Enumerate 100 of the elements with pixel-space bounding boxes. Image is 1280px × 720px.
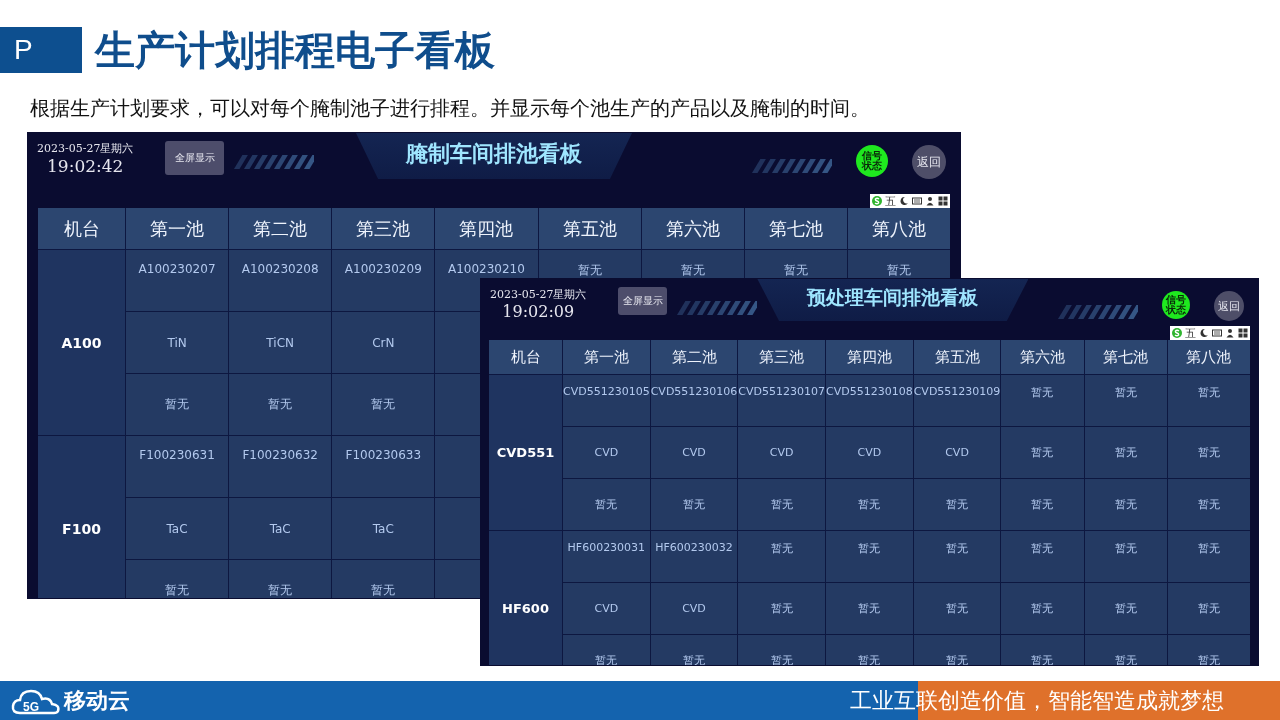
table-cell: CVD	[826, 427, 913, 478]
table-cell: 暂无	[1001, 427, 1084, 478]
machine-cell: HF600	[489, 531, 562, 665]
fullscreen-button[interactable]: 全屏显示	[618, 287, 668, 315]
column-header: 第二池	[229, 208, 332, 249]
table-cell: 暂无	[1167, 375, 1250, 426]
column-header: 机台	[489, 340, 562, 374]
table-cell: A100230207	[126, 250, 229, 311]
table-cell: 暂无	[126, 560, 229, 598]
table-cell: TaC	[229, 498, 332, 559]
ime-mode[interactable]: 五	[885, 195, 896, 207]
table-cell: 暂无	[1084, 427, 1167, 478]
table-cell: A100230208	[229, 250, 332, 311]
table-cell: CVD551230105	[563, 375, 650, 426]
table-cell: CVD551230107	[738, 375, 825, 426]
table-cell: CrN	[332, 312, 435, 373]
table-cell: HF600230032	[650, 531, 738, 582]
table-cell: 暂无	[1001, 635, 1084, 665]
table-cell: 暂无	[126, 374, 229, 435]
table-cell: CVD	[563, 427, 650, 478]
table-cell: 暂无	[1167, 635, 1250, 665]
slide-title: 生产计划排程电子看板	[95, 27, 495, 73]
table-cell: 暂无	[826, 635, 913, 665]
table-cell: 暂无	[1001, 375, 1084, 426]
table-cell: CVD	[650, 583, 738, 634]
table-cell: 暂无	[332, 560, 435, 598]
table-cell: 暂无	[913, 635, 1001, 665]
table-cell: 暂无	[563, 479, 650, 530]
grid-icon[interactable]	[938, 196, 948, 206]
table-cell: 暂无	[826, 479, 913, 530]
board-title: 预处理车间排池看板	[757, 279, 1029, 321]
machine-cell: A100	[38, 250, 125, 435]
table-cell: 暂无	[913, 583, 1001, 634]
person-icon[interactable]	[1225, 328, 1235, 338]
table-cell: 暂无	[1167, 479, 1250, 530]
brand-name: 移动云	[64, 686, 130, 715]
table-cell: 暂无	[1167, 583, 1250, 634]
ime-mode[interactable]: 五	[1185, 327, 1196, 339]
signal-status-indicator: 信号状态	[1162, 291, 1190, 319]
table-cell: CVD551230109	[913, 375, 1001, 426]
table-cell: F100230632	[229, 436, 332, 497]
fullscreen-button[interactable]: 全屏显示	[165, 141, 225, 175]
table-cell: 暂无	[650, 479, 738, 530]
table-cell: 暂无	[913, 531, 1001, 582]
keyboard-icon[interactable]	[1212, 328, 1222, 338]
table-cell: 暂无	[1001, 531, 1084, 582]
signal-status-indicator: 信号状态	[856, 145, 888, 177]
keyboard-icon[interactable]	[912, 196, 922, 206]
table-cell: 暂无	[1084, 635, 1167, 665]
column-header: 第四池	[435, 208, 538, 249]
machine-cell: CVD551	[489, 375, 562, 530]
column-header: 第二池	[650, 340, 738, 374]
table-cell: CVD	[738, 427, 825, 478]
table-cell: TiCN	[229, 312, 332, 373]
column-header: 第五池	[913, 340, 1001, 374]
table-cell: 暂无	[1084, 479, 1167, 530]
grid-icon[interactable]	[1238, 328, 1248, 338]
column-header: 第一池	[563, 340, 650, 374]
back-button[interactable]: 返回	[912, 145, 946, 179]
column-header: 第六池	[1001, 340, 1084, 374]
table-cell: 暂无	[229, 560, 332, 598]
person-icon[interactable]	[925, 196, 935, 206]
table-cell: TiN	[126, 312, 229, 373]
table-cell: CVD	[563, 583, 650, 634]
table-cell: 暂无	[332, 374, 435, 435]
slide-description: 根据生产计划要求，可以对每个腌制池子进行排程。并显示每个池生产的产品以及腌制的时间。	[30, 96, 871, 121]
table-cell: CVD551230106	[650, 375, 738, 426]
table-cell: 暂无	[563, 635, 650, 665]
table-cell: 暂无	[913, 479, 1001, 530]
table-cell: 暂无	[738, 531, 825, 582]
column-header: 第五池	[538, 208, 641, 249]
table-cell: 暂无	[1167, 427, 1250, 478]
table-cell: F100230631	[126, 436, 229, 497]
table-cell: 暂无	[1001, 479, 1084, 530]
column-header: 机台	[38, 208, 125, 249]
table-cell: 暂无	[1001, 583, 1084, 634]
column-header: 第八池	[1167, 340, 1250, 374]
table-cell: CVD	[913, 427, 1001, 478]
table-cell: TaC	[332, 498, 435, 559]
column-header: 第一池	[126, 208, 229, 249]
back-button[interactable]: 返回	[1214, 291, 1244, 321]
table-cell: 暂无	[650, 635, 738, 665]
column-header: 第七池	[744, 208, 847, 249]
column-header: 第三池	[332, 208, 435, 249]
table-cell: 暂无	[1167, 531, 1250, 582]
table-cell: 暂无	[1084, 531, 1167, 582]
table-cell: 暂无	[1084, 375, 1167, 426]
table-cell: 暂无	[1084, 583, 1167, 634]
table-cell: A100230209	[332, 250, 435, 311]
table-cell: 暂无	[229, 374, 332, 435]
table-cell: F100230633	[332, 436, 435, 497]
column-header: 第四池	[826, 340, 913, 374]
moon-icon[interactable]	[899, 196, 909, 206]
column-header: 第六池	[641, 208, 744, 249]
section-mark: P	[0, 27, 82, 73]
board-time: 19:02:42	[47, 156, 124, 176]
machine-cell: F100	[38, 436, 125, 598]
moon-icon[interactable]	[1199, 328, 1209, 338]
column-header: 第七池	[1084, 340, 1167, 374]
column-header: 第八池	[847, 208, 950, 249]
